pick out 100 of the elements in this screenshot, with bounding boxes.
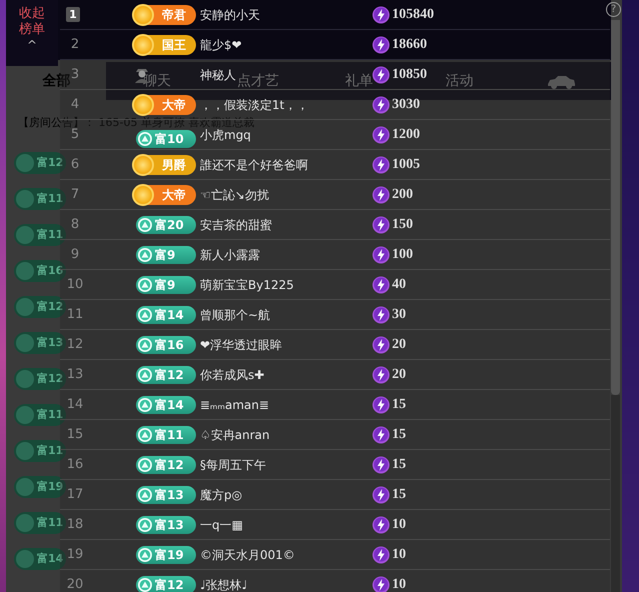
rank-number: 4 (70, 96, 80, 114)
lightning-coin-icon (372, 156, 390, 174)
contribution-score: 10 (392, 576, 406, 592)
user-name: ，，假装淡定1t，， (200, 96, 308, 114)
wealth-badge: 富13 (136, 486, 196, 504)
rank-number: 20 (66, 576, 84, 592)
contribution-score: 15 (392, 456, 406, 474)
rank-number: 7 (70, 186, 80, 204)
contribution-score: 15 (392, 486, 406, 504)
user-name: 你若成风s✚ (200, 366, 264, 384)
lightning-coin-icon (372, 6, 390, 24)
wealth-badge: 富20 (136, 216, 196, 234)
wealth-badge: 富11 (14, 512, 66, 534)
lightning-coin-icon (372, 36, 390, 54)
contribution-score: 1005 (392, 156, 420, 174)
wealth-badge: 富11 (136, 426, 196, 444)
wealth-badge: 富12 (14, 152, 66, 174)
contribution-score: 15 (392, 426, 406, 444)
user-name: 一q一▦ (200, 516, 243, 534)
rank-number: 14 (66, 396, 84, 414)
wealth-badge: 富11 (14, 224, 66, 246)
wealth-badge: 富19 (136, 546, 196, 564)
help-button[interactable]: ? (606, 2, 621, 17)
rank-number: 11 (66, 306, 84, 324)
wealth-badge: 富14 (136, 306, 196, 324)
contribution-score: 1200 (392, 126, 420, 144)
user-name: ❤浮华透过眼眸 (200, 336, 282, 354)
lightning-coin-icon (372, 276, 390, 294)
lightning-coin-icon (372, 96, 390, 114)
wealth-badge: 富9 (136, 246, 196, 264)
user-name: 神秘人 (200, 66, 236, 84)
rank-number: 16 (66, 456, 84, 474)
contribution-score: 18660 (392, 36, 427, 54)
wealth-badge: 富10 (136, 130, 196, 148)
rank-number: 18 (66, 516, 84, 534)
contribution-score: 105840 (392, 6, 434, 24)
rank-number: 15 (66, 426, 84, 444)
user-name: ♩张想林♩ (200, 576, 248, 592)
rank-number: 3 (70, 66, 80, 84)
lightning-coin-icon (372, 576, 390, 592)
chat-tab[interactable]: 礼单 (344, 73, 373, 89)
contribution-score: 20 (392, 366, 406, 384)
scrollbar-thumb[interactable] (611, 20, 620, 395)
wealth-badge: 富12 (136, 576, 196, 592)
lightning-coin-icon (372, 186, 390, 204)
user-name: ©洞天水月001© (200, 546, 295, 564)
lightning-coin-icon (372, 366, 390, 384)
wealth-badge: 富12 (136, 366, 196, 384)
rank-number: 9 (70, 246, 80, 264)
lightning-coin-icon (372, 426, 390, 444)
user-name: ♤安冉anran (200, 426, 270, 444)
contribution-score: 40 (392, 276, 406, 294)
contribution-score: 100 (392, 246, 413, 264)
lightning-coin-icon (372, 66, 390, 84)
lightning-coin-icon (372, 126, 390, 144)
contribution-score: 10 (392, 546, 406, 564)
lightning-coin-icon (372, 246, 390, 264)
rank-number: 6 (70, 156, 80, 174)
user-name: 魔方p◎ (200, 486, 242, 504)
contribution-score: 10850 (392, 66, 427, 84)
car-icon[interactable] (546, 74, 576, 89)
wealth-badge: 富16 (14, 260, 66, 282)
wealth-badge: 富11 (14, 404, 66, 426)
contribution-score: 15 (392, 396, 406, 414)
chat-tab[interactable]: 全部 (42, 73, 70, 89)
lightning-coin-icon (372, 546, 390, 564)
collapse-ranking-button[interactable]: 收起榜单 ^ (6, 0, 58, 66)
wealth-badge: 富12 (14, 368, 66, 390)
wealth-badge: 富12 (136, 456, 196, 474)
user-name: 龍少$❤ (200, 36, 242, 54)
wealth-badge: 富14 (14, 548, 66, 570)
user-name: 誰还不是个好爸爸啊 (200, 156, 308, 174)
user-name: §每周五下午 (200, 456, 266, 474)
user-name: 安吉茶的甜蜜 (200, 216, 272, 234)
user-name: ☜亡訫↘勿扰 (200, 186, 269, 204)
wealth-badge: 富9 (136, 276, 196, 294)
wealth-badge: 富12 (14, 296, 66, 318)
wealth-badge: 富11 (14, 188, 66, 210)
wealth-badge: 富13 (136, 516, 196, 534)
contribution-score: 10 (392, 516, 406, 534)
contribution-score: 30 (392, 306, 406, 324)
lightning-coin-icon (372, 486, 390, 504)
rank-number: 8 (70, 216, 80, 234)
wealth-badge: 富11 (14, 440, 66, 462)
lightning-coin-icon (372, 306, 390, 324)
rank-number: 13 (66, 366, 84, 384)
lightning-coin-icon (372, 336, 390, 354)
rank-number: 12 (66, 336, 84, 354)
wealth-badge: 富14 (136, 396, 196, 414)
rank-number: 1 (66, 7, 80, 22)
rank-number: 19 (66, 546, 84, 564)
user-name: 安静的小天 (200, 6, 260, 24)
wealth-badge: 富19 (14, 476, 66, 498)
lightning-coin-icon (372, 396, 390, 414)
rank-number: 5 (70, 126, 80, 144)
chat-tab[interactable]: 点才艺 (237, 73, 280, 89)
contribution-score: 200 (392, 186, 413, 204)
contribution-score: 150 (392, 216, 413, 234)
chat-tab[interactable]: 活动 (446, 73, 474, 89)
rank-number: 10 (66, 276, 84, 294)
